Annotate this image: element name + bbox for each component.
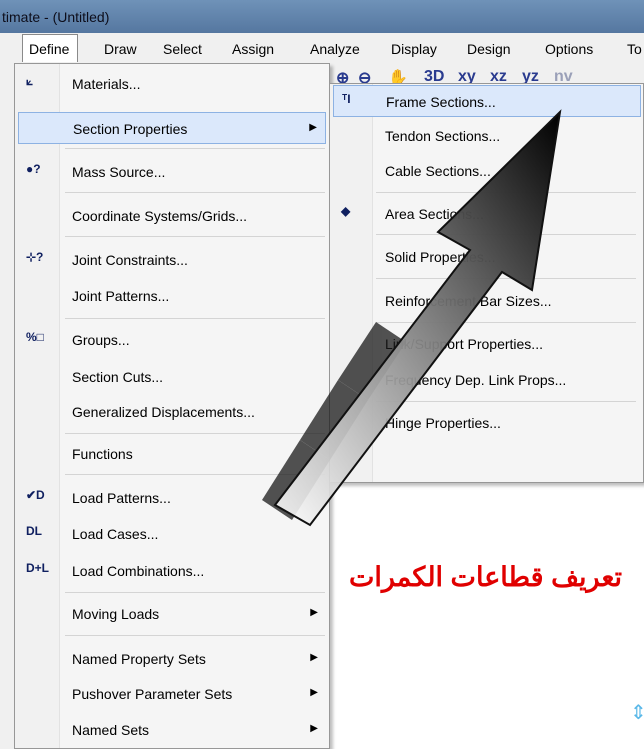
menu-item-moving-loads[interactable]: Moving Loads ▶ bbox=[18, 598, 326, 630]
submenu-item-area-sections[interactable]: ◆ Area Sections... bbox=[333, 198, 641, 230]
submenu-item-label: Solid Properties... bbox=[385, 249, 496, 265]
submenu-arrow-icon: ▶ bbox=[310, 687, 318, 698]
menu-item-label: Coordinate Systems/Grids... bbox=[72, 208, 248, 224]
menu-item-label: Load Patterns... bbox=[72, 490, 171, 506]
load-combinations-icon: D+L bbox=[26, 561, 50, 575]
menu-separator bbox=[65, 433, 325, 434]
groups-icon: %□ bbox=[26, 330, 44, 344]
menu-item-pushover-parameter-sets[interactable]: Pushover Parameter Sets ▶ bbox=[18, 678, 326, 710]
menu-item-label: Joint Patterns... bbox=[72, 288, 170, 304]
submenu-item-solid-properties[interactable]: Solid Properties... bbox=[333, 241, 641, 273]
submenu-separator bbox=[376, 278, 636, 279]
menu-item-joint-patterns[interactable]: Joint Patterns... bbox=[18, 280, 326, 312]
mass-source-icon: ●? bbox=[26, 162, 41, 176]
menu-separator bbox=[65, 236, 325, 237]
submenu-item-link-support-properties[interactable]: Link/Support Properties... bbox=[333, 328, 641, 360]
menu-item-label: Groups... bbox=[72, 332, 130, 348]
submenu-separator bbox=[376, 322, 636, 323]
menu-item-functions[interactable]: Functions bbox=[18, 438, 326, 470]
submenu-item-tendon-sections[interactable]: Tendon Sections... bbox=[333, 120, 641, 152]
menu-item-load-patterns[interactable]: ✔D Load Patterns... bbox=[18, 482, 326, 514]
submenu-item-hinge-properties[interactable]: Hinge Properties... bbox=[333, 407, 641, 439]
submenu-item-label: Hinge Properties... bbox=[385, 415, 501, 431]
menu-define[interactable]: Define bbox=[22, 34, 79, 62]
menu-item-coordinate-systems[interactable]: Coordinate Systems/Grids... bbox=[18, 200, 326, 232]
menu-item-section-properties[interactable]: Section Properties ▶ bbox=[18, 112, 326, 144]
submenu-item-label: Cable Sections... bbox=[385, 163, 491, 179]
menu-item-label: Mass Source... bbox=[72, 164, 166, 180]
submenu-item-reinforcement-bar-sizes[interactable]: Reinforcement Bar Sizes... bbox=[333, 285, 641, 317]
menu-options[interactable]: Options bbox=[545, 41, 593, 57]
menu-select[interactable]: Select bbox=[163, 41, 202, 57]
submenu-item-label: Reinforcement Bar Sizes... bbox=[385, 293, 552, 309]
arabic-annotation: تعريف قطاعات الكمرات bbox=[348, 562, 622, 592]
menu-item-load-cases[interactable]: DL Load Cases... bbox=[18, 518, 326, 550]
menu-item-label: Pushover Parameter Sets bbox=[72, 686, 233, 702]
menu-separator bbox=[65, 474, 325, 475]
menu-separator bbox=[65, 148, 325, 149]
menu-draw[interactable]: Draw bbox=[104, 41, 137, 57]
menu-item-groups[interactable]: %□ Groups... bbox=[18, 324, 326, 356]
menu-display[interactable]: Display bbox=[391, 41, 437, 57]
menu-item-label: Load Cases... bbox=[72, 526, 159, 542]
menu-design[interactable]: Design bbox=[467, 41, 511, 57]
menu-item-label: Joint Constraints... bbox=[72, 252, 188, 268]
menu-item-label: Named Property Sets bbox=[72, 651, 206, 667]
submenu-item-label: Frequency Dep. Link Props... bbox=[385, 372, 567, 388]
submenu-item-cable-sections[interactable]: Cable Sections... bbox=[333, 155, 641, 187]
submenu-separator bbox=[376, 192, 636, 193]
submenu-item-label: Link/Support Properties... bbox=[385, 336, 543, 352]
submenu-item-label: Area Sections... bbox=[385, 206, 484, 222]
menu-item-label: Section Cuts... bbox=[72, 369, 164, 385]
menu-item-label: Load Combinations... bbox=[72, 563, 205, 579]
menu-analyze[interactable]: Analyze bbox=[310, 41, 360, 57]
section-properties-submenu: ᵀI Frame Sections... Tendon Sections... … bbox=[329, 83, 644, 483]
area-sections-icon: ◆ bbox=[341, 204, 351, 218]
menu-item-generalized-displacements[interactable]: Generalized Displacements... bbox=[18, 396, 326, 428]
menu-tools[interactable]: To bbox=[627, 41, 642, 57]
menu-item-load-combinations[interactable]: D+L Load Combinations... bbox=[18, 555, 326, 587]
materials-icon: ⟀ bbox=[26, 74, 34, 88]
load-cases-icon: DL bbox=[26, 524, 42, 538]
load-patterns-icon: ✔D bbox=[26, 488, 45, 502]
submenu-arrow-icon: ▶ bbox=[310, 607, 318, 618]
submenu-arrow-icon: ▶ bbox=[310, 723, 318, 734]
left-toolbar-strip bbox=[0, 63, 14, 749]
submenu-item-frequency-dep-link-props[interactable]: Frequency Dep. Link Props... bbox=[333, 364, 641, 396]
menu-item-label: Section Properties bbox=[73, 121, 188, 137]
submenu-separator bbox=[376, 234, 636, 235]
menu-item-label: Materials... bbox=[72, 76, 141, 92]
frame-sections-icon: ᵀI bbox=[342, 92, 351, 106]
menu-assign[interactable]: Assign bbox=[232, 41, 274, 57]
submenu-item-frame-sections[interactable]: ᵀI Frame Sections... bbox=[333, 85, 641, 117]
submenu-item-label: Frame Sections... bbox=[386, 94, 496, 110]
menu-separator bbox=[65, 192, 325, 193]
joint-constraints-icon: ⊹? bbox=[26, 250, 44, 264]
define-menu: ⟀ Materials... Section Properties ▶ ●? M… bbox=[14, 63, 330, 749]
axis-marker-icon: ⇕ bbox=[630, 702, 644, 724]
menu-item-materials[interactable]: ⟀ Materials... bbox=[18, 68, 326, 100]
menu-separator bbox=[65, 318, 325, 319]
menubar: Define Draw Select Assign Analyze Displa… bbox=[0, 33, 644, 64]
menu-item-section-cuts[interactable]: Section Cuts... bbox=[18, 361, 326, 393]
menu-separator bbox=[65, 592, 325, 593]
submenu-separator bbox=[376, 401, 636, 402]
menu-item-named-sets[interactable]: Named Sets ▶ bbox=[18, 714, 326, 746]
submenu-arrow-icon: ▶ bbox=[309, 122, 317, 133]
window-titlebar: timate - (Untitled) bbox=[0, 0, 644, 33]
window-title: timate - (Untitled) bbox=[2, 9, 110, 25]
menu-item-named-property-sets[interactable]: Named Property Sets ▶ bbox=[18, 643, 326, 675]
submenu-item-label: Tendon Sections... bbox=[385, 128, 501, 144]
submenu-arrow-icon: ▶ bbox=[310, 652, 318, 663]
menu-separator bbox=[65, 635, 325, 636]
menu-item-mass-source[interactable]: ●? Mass Source... bbox=[18, 156, 326, 188]
menu-item-label: Generalized Displacements... bbox=[72, 404, 255, 420]
menu-item-joint-constraints[interactable]: ⊹? Joint Constraints... bbox=[18, 244, 326, 276]
menu-item-label: Named Sets bbox=[72, 722, 150, 738]
menu-item-label: Functions bbox=[72, 446, 133, 462]
menu-item-label: Moving Loads bbox=[72, 606, 160, 622]
